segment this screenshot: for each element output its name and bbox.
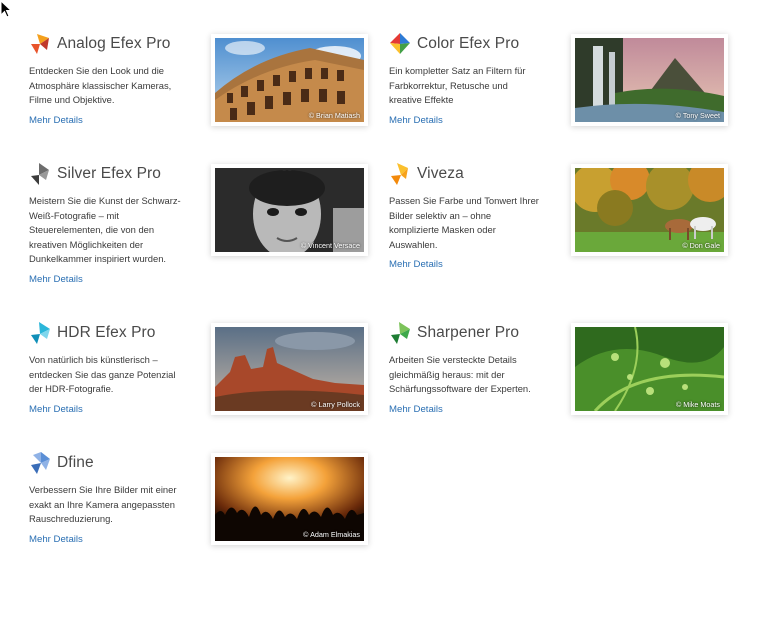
more-details-link-color[interactable]: Mehr Details	[389, 115, 559, 126]
photo-credit: © Larry Pollock	[311, 400, 360, 409]
product-description: Passen Sie Farbe und Tonwert Ihrer Bilde…	[389, 195, 539, 250]
more-details-link-viveza[interactable]: Mehr Details	[389, 259, 559, 270]
photo-credit: © Adam Elmakias	[303, 530, 360, 539]
product-title: HDR Efex Pro	[57, 324, 156, 341]
more-details-link-dfine[interactable]: Mehr Details	[29, 534, 199, 545]
product-title: Analog Efex Pro	[57, 35, 171, 52]
dfine-sample-photo: © Adam Elmakias	[211, 453, 368, 545]
product-viveza: Viveza Passen Sie Farbe und Tonwert Ihre…	[389, 162, 559, 270]
product-description: Von natürlich bis künstlerisch – entdeck…	[29, 354, 176, 395]
product-title: Silver Efex Pro	[57, 165, 162, 182]
product-description: Arbeiten Sie versteckte Details gleichmä…	[389, 354, 531, 395]
color-efex-pro-logo-icon	[390, 33, 410, 54]
product-title: Color Efex Pro	[417, 35, 520, 52]
mouse-cursor-icon	[0, 0, 12, 18]
product-sharpener-pro: Sharpener Pro Arbeiten Sie versteckte De…	[389, 321, 559, 415]
product-title: Viveza	[417, 165, 464, 182]
hdr-efex-pro-sample-photo: © Larry Pollock	[211, 323, 368, 415]
photo-credit: © Vincent Versace	[300, 241, 360, 250]
product-title: Dfine	[57, 454, 94, 471]
hdr-efex-pro-logo-icon	[31, 322, 50, 344]
sharpener-pro-logo-icon	[391, 322, 410, 344]
silver-efex-pro-logo-icon	[31, 163, 49, 185]
more-details-link-silver[interactable]: Mehr Details	[29, 274, 199, 285]
viveza-logo-icon	[391, 163, 408, 185]
product-hdr-efex-pro: HDR Efex Pro Von natürlich bis künstleri…	[29, 321, 199, 415]
photo-credit: © Brian Matiash	[308, 111, 360, 120]
more-details-link-analog[interactable]: Mehr Details	[29, 115, 199, 126]
more-details-link-hdr[interactable]: Mehr Details	[29, 404, 199, 415]
product-color-efex-pro: Color Efex Pro Ein kompletter Satz an Fi…	[389, 32, 559, 126]
product-silver-efex-pro: Silver Efex Pro Meistern Sie die Kunst d…	[29, 162, 199, 285]
analog-efex-pro-logo-icon	[31, 34, 49, 54]
photo-credit: © Don Gale	[682, 241, 720, 250]
product-title: Sharpener Pro	[417, 324, 520, 341]
dfine-logo-icon	[31, 452, 50, 474]
product-dfine: Dfine Verbessern Sie Ihre Bilder mit ein…	[29, 451, 199, 545]
viveza-sample-photo: © Don Gale	[571, 164, 728, 256]
more-details-link-sharpener[interactable]: Mehr Details	[389, 404, 559, 415]
analog-efex-pro-sample-photo: © Brian Matiash	[211, 34, 368, 126]
product-description: Verbessern Sie Ihre Bilder mit einer exa…	[29, 484, 177, 525]
silver-efex-pro-sample-photo: © Vincent Versace	[211, 164, 368, 256]
product-description: Meistern Sie die Kunst der Schwarz- Weiß…	[29, 195, 181, 265]
product-description: Ein kompletter Satz an Filtern für Farbk…	[389, 65, 526, 106]
photo-credit: © Tony Sweet	[675, 111, 720, 120]
product-description: Entdecken Sie den Look und die Atmosphär…	[29, 65, 172, 106]
product-analog-efex-pro: Analog Efex Pro Entdecken Sie den Look u…	[29, 32, 199, 126]
sharpener-pro-sample-photo: © Mike Moats	[571, 323, 728, 415]
color-efex-pro-sample-photo: © Tony Sweet	[571, 34, 728, 126]
photo-credit: © Mike Moats	[675, 400, 720, 409]
